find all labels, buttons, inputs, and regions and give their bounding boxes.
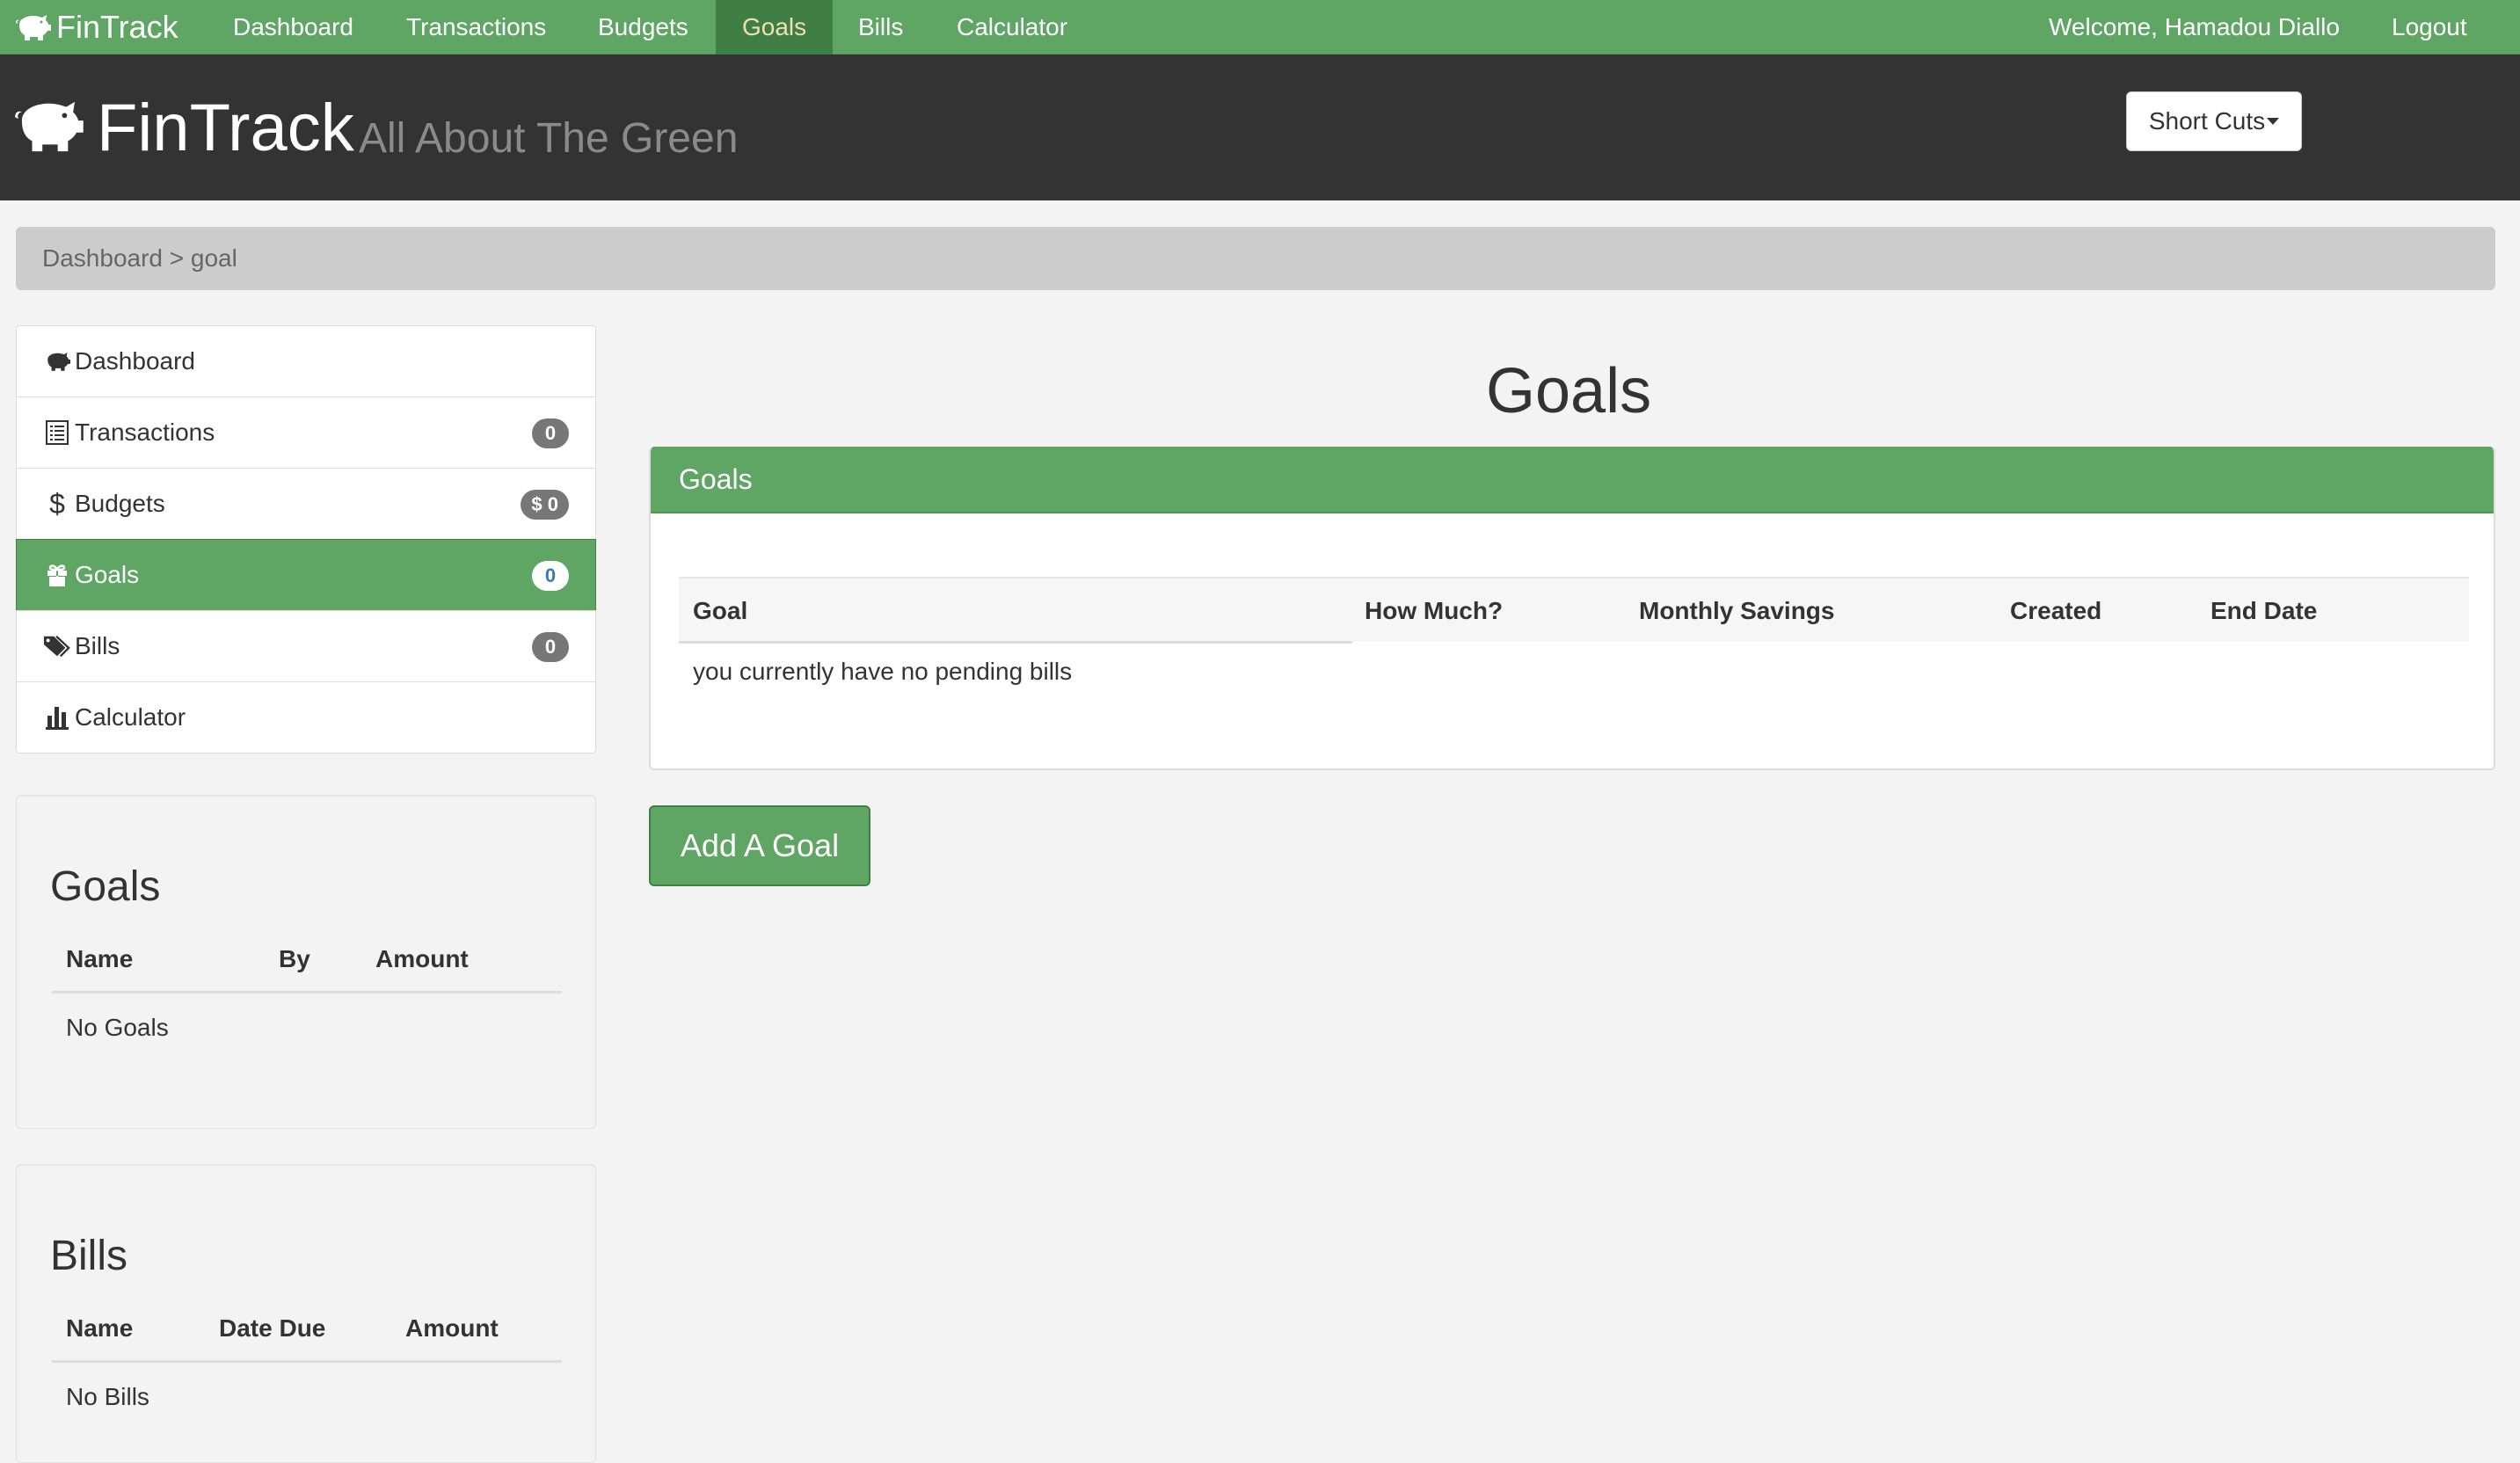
- column-header-name: Name: [66, 1314, 134, 1342]
- sidebar-item-dashboard[interactable]: Dashboard: [16, 325, 596, 397]
- nav-dashboard[interactable]: Dashboard: [207, 0, 380, 55]
- short-cuts-dropdown[interactable]: Short Cuts: [2126, 91, 2302, 151]
- goals-summary-table: Name By Amount No Goals: [52, 945, 562, 1051]
- top-navbar: FinTrack Dashboard Transactions Budgets …: [0, 0, 2520, 55]
- bills-summary-table: Name Date Due Amount No Bills: [52, 1314, 562, 1420]
- table-divider: [52, 1360, 562, 1363]
- logout-link[interactable]: Logout: [2365, 0, 2494, 55]
- bills-summary-panel: Bills Name Date Due Amount No Bills: [16, 1164, 596, 1463]
- bar-chart-icon: [43, 703, 71, 732]
- navbar-brand[interactable]: FinTrack: [14, 0, 178, 55]
- column-header-created: Created: [2010, 597, 2102, 624]
- goals-summary-panel: Goals Name By Amount No Goals: [16, 795, 596, 1129]
- sidebar-menu: Dashboard Transactions 0 $ Budgets $ 0 G…: [16, 325, 596, 753]
- piggy-bank-icon: [15, 101, 84, 152]
- breadcrumb: Dashboard > goal: [16, 227, 2495, 290]
- sidebar-item-label: Dashboard: [75, 347, 195, 375]
- nav-transactions[interactable]: Transactions: [380, 0, 572, 55]
- list-icon: [43, 419, 71, 447]
- page-title: Goals: [1486, 356, 1652, 426]
- banner-tagline: All About The Green: [359, 115, 739, 162]
- sidebar-item-label: Goals: [75, 561, 140, 588]
- sidebar-item-goals[interactable]: Goals 0: [16, 539, 596, 611]
- welcome-user-link[interactable]: Welcome, Hamadou Diallo: [2022, 0, 2366, 55]
- column-header-goal: Goal: [693, 597, 748, 624]
- column-header-amount: Amount: [375, 945, 469, 972]
- piggy-bank-icon: [43, 347, 71, 375]
- tags-icon: [43, 632, 71, 660]
- goals-panel: Goals Goal How Much? Monthly Savings Cre…: [649, 447, 2495, 770]
- goals-count-badge: 0: [532, 561, 569, 591]
- column-header-monthly-savings: Monthly Savings: [1639, 597, 1835, 624]
- column-header-by: By: [279, 945, 310, 972]
- sidebar-item-label: Calculator: [75, 703, 186, 731]
- sidebar-item-bills[interactable]: Bills 0: [16, 610, 596, 682]
- sidebar-item-budgets[interactable]: $ Budgets $ 0: [16, 468, 596, 540]
- budgets-amount-badge: $ 0: [521, 490, 569, 520]
- goals-table: Goal How Much? Monthly Savings Created E…: [679, 577, 2469, 644]
- bills-count-badge: 0: [532, 632, 569, 662]
- nav-bills[interactable]: Bills: [832, 0, 929, 55]
- transactions-count-badge: 0: [532, 419, 569, 448]
- column-header-end-date: End Date: [2210, 597, 2318, 624]
- banner-title: FinTrack: [97, 91, 354, 165]
- column-header-date-due: Date Due: [219, 1314, 326, 1342]
- piggy-bank-icon: [16, 15, 51, 40]
- sidebar-item-transactions[interactable]: Transactions 0: [16, 397, 596, 469]
- sidebar-item-label: Transactions: [75, 419, 215, 446]
- header-banner: FinTrack All About The Green Short Cuts: [0, 55, 2520, 200]
- bills-empty-message: No Bills: [66, 1383, 149, 1410]
- nav-budgets[interactable]: Budgets: [572, 0, 715, 55]
- table-divider: [52, 991, 562, 994]
- column-header-name: Name: [66, 945, 134, 972]
- goals-panel-heading: Goals: [651, 447, 2494, 513]
- goals-summary-title: Goals: [50, 863, 161, 910]
- caret-down-icon: [2267, 118, 2280, 125]
- table-divider: [679, 641, 1352, 644]
- column-header-how-much: How Much?: [1365, 597, 1504, 624]
- bills-summary-title: Bills: [50, 1233, 128, 1279]
- sidebar-item-label: Bills: [75, 632, 120, 659]
- column-header-amount: Amount: [405, 1314, 499, 1342]
- sidebar-item-label: Budgets: [75, 490, 165, 517]
- goals-empty-message: you currently have no pending bills: [693, 658, 1073, 685]
- gift-icon: [43, 561, 71, 589]
- short-cuts-label: Short Cuts: [2148, 107, 2266, 135]
- nav-goals[interactable]: Goals: [716, 0, 834, 55]
- goals-empty-message: No Goals: [66, 1014, 169, 1041]
- sidebar-item-calculator[interactable]: Calculator: [16, 681, 596, 753]
- navbar-brand-label: FinTrack: [56, 9, 178, 45]
- dollar-icon: $: [49, 487, 65, 520]
- nav-calculator[interactable]: Calculator: [930, 0, 1094, 55]
- add-goal-button[interactable]: Add A Goal: [649, 805, 870, 886]
